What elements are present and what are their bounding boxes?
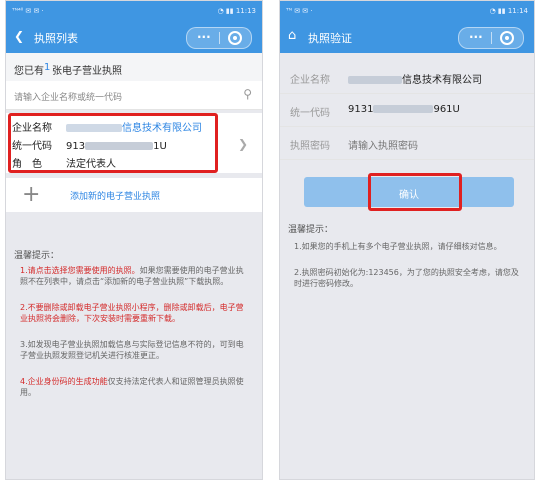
target-icon[interactable] [228, 31, 242, 45]
summary-count: 1 [44, 62, 51, 73]
tip-4: 4.企业身份码的生成功能仅支持法定代表人和证照管理员执照使用。 [20, 377, 244, 397]
more-dots-icon[interactable]: ··· [197, 29, 211, 45]
status-signal: ᵀᴺ ✉ ✉ · [286, 7, 313, 15]
plus-icon[interactable]: + [22, 182, 40, 207]
tips-title: 温馨提示： [14, 251, 60, 261]
status-time: ◔ ▮▮ 11:14 [489, 7, 528, 15]
phone-right: ᵀᴺ ✉ ✉ · ◔ ▮▮ 11:14 ⌂ 执照验证 ··· 企业名称 信息技术… [279, 0, 535, 480]
back-arrow-icon[interactable]: ❮ [14, 29, 24, 43]
nav-bar: ❮ 执照列表 ··· [6, 21, 262, 53]
phone-left: ᵀᴺ⁴ˡˡ ✉ ✉ · ◔ ▮▮ 11:13 ❮ 执照列表 ··· 您已有 1 … [5, 0, 263, 480]
tip-1: 1.如果您的手机上有多个电子营业执照，请仔细核对信息。 [294, 242, 502, 251]
status-time: ◔ ▮▮ 11:13 [217, 7, 256, 15]
license-password-field[interactable]: 执照密码 请输入执照密码 [280, 127, 534, 160]
page-title: 执照列表 [34, 32, 78, 45]
company-name-value: 信息技术有限公司 [402, 75, 482, 86]
add-license-row[interactable]: + 添加新的电子营业执照 [6, 178, 262, 212]
page-title: 执照验证 [308, 32, 352, 45]
tip-1: 1.请点击选择您需要使用的执照。如果您需要使用的电子营业执照不在列表中，请点击“… [20, 266, 244, 286]
add-license-link[interactable]: 添加新的电子营业执照 [70, 189, 160, 202]
highlight-box [8, 113, 218, 173]
search-bar[interactable]: 请输入企业名称或统一代码 ⚲ [6, 81, 262, 110]
tip-2: 2.不要删除或卸载电子营业执照小程序，删除或卸载后，电子营业执照将会删除，下次安… [20, 303, 244, 323]
summary-prefix: 您已有 [14, 66, 44, 77]
company-name-field: 企业名称 信息技术有限公司 [280, 61, 534, 94]
unified-code-field: 统一代码 9131 961U [280, 94, 534, 127]
summary-suffix: 张电子营业执照 [52, 66, 122, 77]
menu-capsule: ··· [458, 27, 524, 49]
status-bar: ᵀᴺ⁴ˡˡ ✉ ✉ · ◔ ▮▮ 11:13 [6, 1, 262, 21]
menu-capsule: ··· [186, 27, 252, 49]
tips-title: 温馨提示： [288, 225, 334, 235]
nav-bar: ⌂ 执照验证 ··· [280, 21, 534, 53]
highlight-box [368, 173, 462, 211]
home-icon[interactable]: ⌂ [288, 28, 296, 43]
status-bar: ᵀᴺ ✉ ✉ · ◔ ▮▮ 11:14 [280, 1, 534, 21]
tip-3: 3.如发现电子营业执照加载信息与实际登记信息不符的，可到电子营业执照发照登记机关… [20, 340, 244, 360]
status-signal: ᵀᴺ⁴ˡˡ ✉ ✉ · [12, 7, 44, 15]
target-icon[interactable] [500, 31, 514, 45]
license-summary: 您已有 1 张电子营业执照 [6, 53, 262, 81]
search-input[interactable]: 请输入企业名称或统一代码 [14, 90, 122, 103]
chevron-right-icon: ❯ [237, 137, 248, 151]
more-dots-icon[interactable]: ··· [469, 29, 483, 45]
search-icon[interactable]: ⚲ [243, 87, 252, 101]
tip-2: 2.执照密码初始化为:123456，为了您的执照安全考虑，请您及时进行密码修改。 [294, 268, 519, 288]
password-input[interactable]: 请输入执照密码 [348, 137, 418, 152]
